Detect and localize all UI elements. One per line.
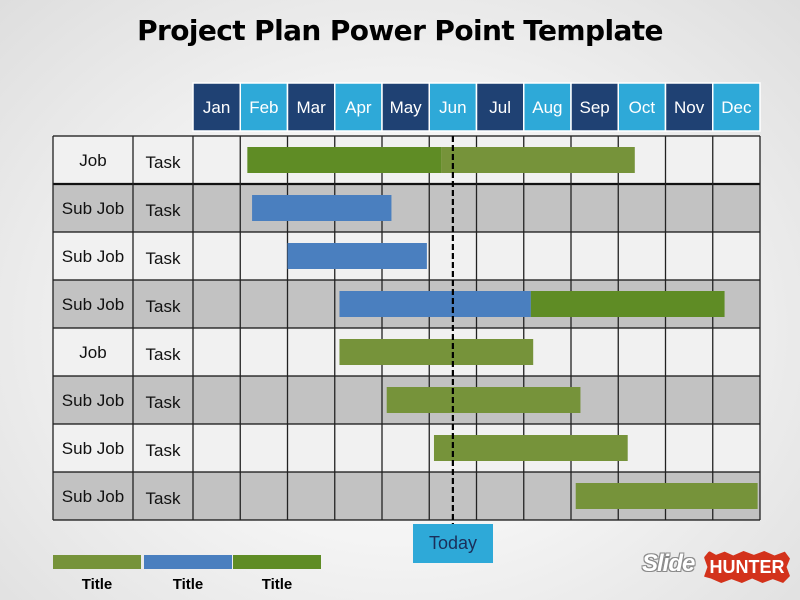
gantt-bar: [252, 195, 392, 221]
month-label: Nov: [674, 98, 705, 117]
today-label: Today: [413, 524, 493, 563]
legend-item: Title: [233, 555, 321, 593]
row-task-label: Task: [146, 297, 181, 316]
legend-item: Title: [144, 555, 232, 593]
row-job-label: Job: [79, 343, 106, 362]
legend: Title Title Title: [53, 555, 323, 595]
month-label: Jul: [489, 98, 511, 117]
legend-label: Title: [172, 576, 204, 593]
gantt-bar: [441, 147, 635, 173]
month-header: Jan Feb Mar Apr May Jun Jul Aug Sep Oct Nov Dec: [192, 82, 761, 132]
row-job-label: Sub Job: [62, 487, 124, 506]
month-label: Feb: [249, 98, 278, 117]
row-task-label: Task: [146, 249, 181, 268]
row-task-label: Task: [146, 201, 181, 220]
gantt-bar: [386, 387, 581, 413]
row-job-label: Sub Job: [62, 247, 124, 266]
month-label: Apr: [345, 98, 372, 117]
logo-text-hunter: HUNTER: [704, 551, 790, 583]
gantt-bar: [287, 243, 427, 269]
slidehunter-logo: Slide HUNTER: [642, 545, 792, 589]
row-task-label: Task: [146, 393, 181, 412]
row-task-label: Task: [146, 345, 181, 364]
gantt-bar: [530, 291, 725, 317]
legend-swatch: [144, 555, 232, 569]
month-label: Sep: [580, 98, 610, 117]
gantt-bar: [247, 147, 442, 173]
row-task-label: Task: [146, 153, 181, 172]
logo-text-slide: Slide: [642, 550, 695, 577]
gantt-bar: [339, 339, 534, 365]
row-job-label: Sub Job: [62, 199, 124, 218]
legend-label: Title: [81, 576, 113, 593]
row-job-label: Sub Job: [62, 439, 124, 458]
month-label: Aug: [532, 98, 562, 117]
row-job-label: Sub Job: [62, 391, 124, 410]
row-job-label: Job: [79, 151, 106, 170]
row-task-label: Task: [146, 441, 181, 460]
legend-swatch: [53, 555, 141, 569]
gantt-bar: [339, 291, 531, 317]
month-label: May: [390, 98, 423, 117]
month-label: Dec: [721, 98, 752, 117]
gantt-bar: [433, 435, 628, 461]
legend-label: Title: [261, 576, 293, 593]
legend-swatch: [233, 555, 321, 569]
row-task-label: Task: [146, 489, 181, 508]
gantt-bar: [575, 483, 758, 509]
month-label: Jan: [203, 98, 230, 117]
row-job-label: Sub Job: [62, 295, 124, 314]
legend-item: Title: [53, 555, 141, 593]
gantt-chart: Job Task Sub Job Task Sub Job Task Sub Job Task…: [52, 82, 761, 524]
month-label: Oct: [629, 98, 656, 117]
month-label: Mar: [296, 98, 326, 117]
month-label: Jun: [439, 98, 466, 117]
